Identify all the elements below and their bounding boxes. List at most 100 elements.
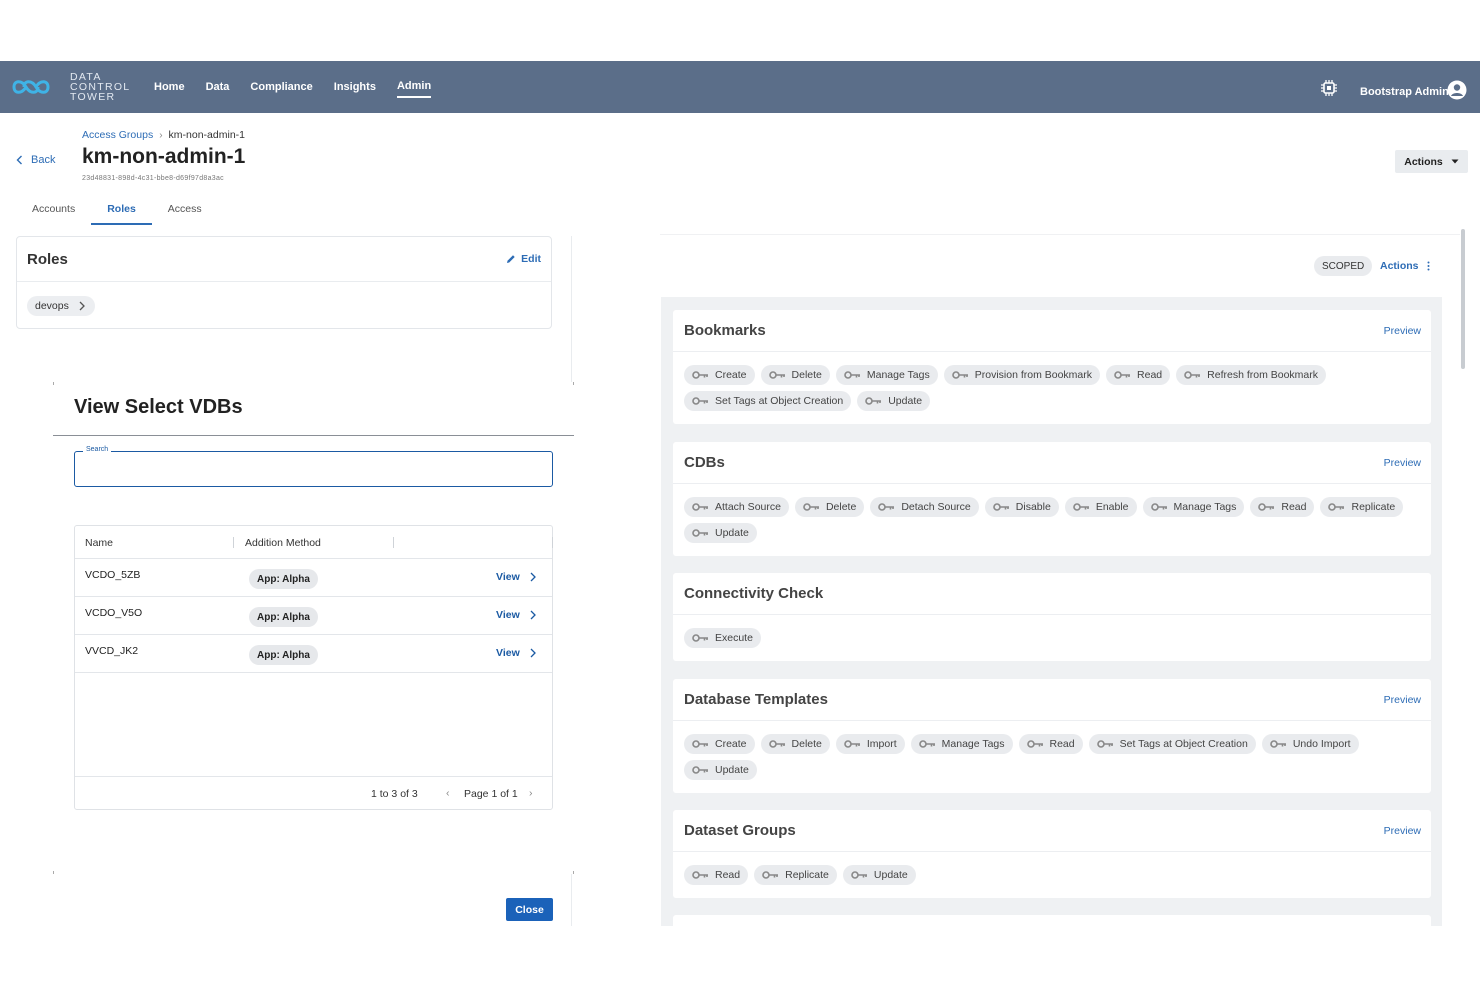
permission-label: Replicate (785, 869, 829, 881)
vdb-table: Name Addition Method VCDO_5ZB App: Alpha… (74, 525, 553, 810)
permission-card-database-templates: Database Templates Preview Create Delete I… (673, 679, 1431, 793)
role-chip[interactable]: devops (27, 296, 95, 316)
permission-chip: Undo Import (1261, 734, 1359, 754)
preview-link[interactable]: Preview (1384, 325, 1421, 337)
preview-link[interactable]: Preview (1384, 825, 1421, 837)
key-icon (1258, 503, 1275, 511)
nav-link-home[interactable]: Home (154, 77, 185, 97)
permission-chip: Refresh from Bookmark (1176, 365, 1327, 385)
key-icon (1184, 371, 1201, 379)
back-button[interactable]: Back (16, 154, 55, 166)
key-icon (692, 740, 708, 748)
row-count: 1 to 3 of 3 (371, 788, 418, 800)
view-vdbs-modal: View Select VDBs Search Name Addition Me… (53, 382, 574, 921)
column-header-name[interactable]: Name (85, 537, 113, 549)
view-vdb-link[interactable]: View (496, 609, 536, 621)
actions-button[interactable]: Actions (1395, 150, 1468, 173)
permission-label: Delete (791, 738, 822, 750)
dct-logo-icon[interactable] (10, 73, 52, 101)
preview-link[interactable]: Preview (1384, 694, 1421, 706)
table-row: VCDO_5ZB App: Alpha View (75, 559, 552, 597)
permission-label: Set Tags at Object Creation (715, 395, 844, 407)
table-row: VCDO_V5O App: Alpha View (75, 597, 552, 635)
key-icon (692, 371, 708, 379)
edit-roles-button[interactable]: Edit (506, 253, 541, 265)
permission-label: Create (715, 369, 747, 381)
chevron-right-icon (79, 301, 85, 311)
permission-card-title: Bookmarks (684, 322, 766, 339)
tab-roles[interactable]: Roles (91, 195, 152, 225)
permission-label: Refresh from Bookmark (1207, 369, 1319, 381)
roles-title: Roles (27, 251, 68, 268)
permission-label: Set Tags at Object Creation (1119, 738, 1248, 750)
view-vdb-link[interactable]: View (496, 647, 536, 659)
scrollbar[interactable] (1461, 229, 1465, 369)
nav-link-compliance[interactable]: Compliance (250, 77, 312, 97)
next-page-icon[interactable]: › (529, 787, 533, 799)
chevron-right-icon: › (159, 129, 163, 141)
tab-access[interactable]: Access (152, 195, 218, 225)
key-icon (1328, 503, 1345, 511)
permission-label: Update (888, 395, 923, 407)
user-circle-icon[interactable] (1447, 80, 1467, 100)
permission-chip: Update (684, 523, 757, 543)
column-separator[interactable] (233, 537, 234, 548)
modal-corner (573, 871, 574, 874)
key-icon (692, 871, 708, 879)
preview-link[interactable]: Preview (1384, 457, 1421, 469)
permission-chip: Attach Source (684, 497, 789, 517)
nav-link-admin[interactable]: Admin (396, 76, 432, 98)
permission-card-connectivity-check: Connectivity Check Execute (673, 573, 1431, 661)
permission-chip: Execute (684, 628, 761, 648)
column-separator[interactable] (552, 537, 553, 548)
permission-chip: Read (1106, 365, 1171, 385)
column-header-addition-method[interactable]: Addition Method (245, 537, 321, 549)
breadcrumb: Access Groups › km-non-admin-1 (82, 129, 245, 141)
chevron-left-icon (16, 155, 22, 165)
vdb-name: VCDO_V5O (85, 607, 143, 619)
role-actions-button[interactable]: Actions (1380, 260, 1430, 272)
roles-card: Roles Edit devops (16, 236, 552, 329)
nav-link-insights[interactable]: Insights (334, 77, 376, 97)
column-separator[interactable] (393, 537, 394, 548)
permission-label: Undo Import (1292, 738, 1351, 750)
nav-link-data[interactable]: Data (206, 77, 230, 97)
key-icon (992, 503, 1009, 511)
permission-label: Read (1049, 738, 1075, 750)
view-vdb-link[interactable]: View (496, 571, 536, 583)
table-header: Name Addition Method (75, 526, 553, 559)
prev-page-icon[interactable]: ‹ (446, 787, 450, 799)
tabs: Accounts Roles Access (16, 195, 218, 225)
permission-chip: Read (1250, 497, 1315, 517)
permission-chip: Manage Tags (910, 734, 1013, 754)
permission-chip: Provision from Bookmark (943, 365, 1101, 385)
close-button[interactable]: Close (506, 898, 553, 921)
key-icon (1096, 740, 1113, 748)
user-name[interactable]: Bootstrap Admin (1360, 86, 1449, 98)
permission-chip: Manage Tags (835, 365, 938, 385)
permission-chip: Read (684, 865, 749, 885)
chevron-right-icon (530, 610, 536, 620)
key-icon (844, 371, 860, 379)
permission-chip: Replicate (1320, 497, 1404, 517)
permission-chip: Read (1018, 734, 1083, 754)
search-input[interactable]: Search (74, 446, 553, 487)
permission-label: Create (715, 738, 747, 750)
permission-chip: Set Tags at Object Creation (684, 391, 852, 411)
brand-line: TOWER (70, 91, 116, 103)
tab-accounts[interactable]: Accounts (16, 195, 91, 225)
key-icon (1026, 740, 1043, 748)
key-icon (851, 871, 867, 879)
permission-chips: Execute (684, 628, 1424, 648)
addition-method-badge: App: Alpha (249, 645, 318, 665)
permission-label: Read (715, 869, 741, 881)
permission-card-title: CDBs (684, 454, 725, 471)
permission-chip: Update (857, 391, 931, 411)
permission-label: Update (715, 527, 749, 539)
permission-chip: Update (684, 760, 757, 780)
permission-label: Update (715, 764, 749, 776)
breadcrumb-access-groups[interactable]: Access Groups (82, 129, 153, 141)
permission-card-title: Dataset Groups (684, 822, 796, 839)
settings-chip-icon[interactable] (1320, 79, 1338, 97)
divider (660, 234, 1460, 235)
